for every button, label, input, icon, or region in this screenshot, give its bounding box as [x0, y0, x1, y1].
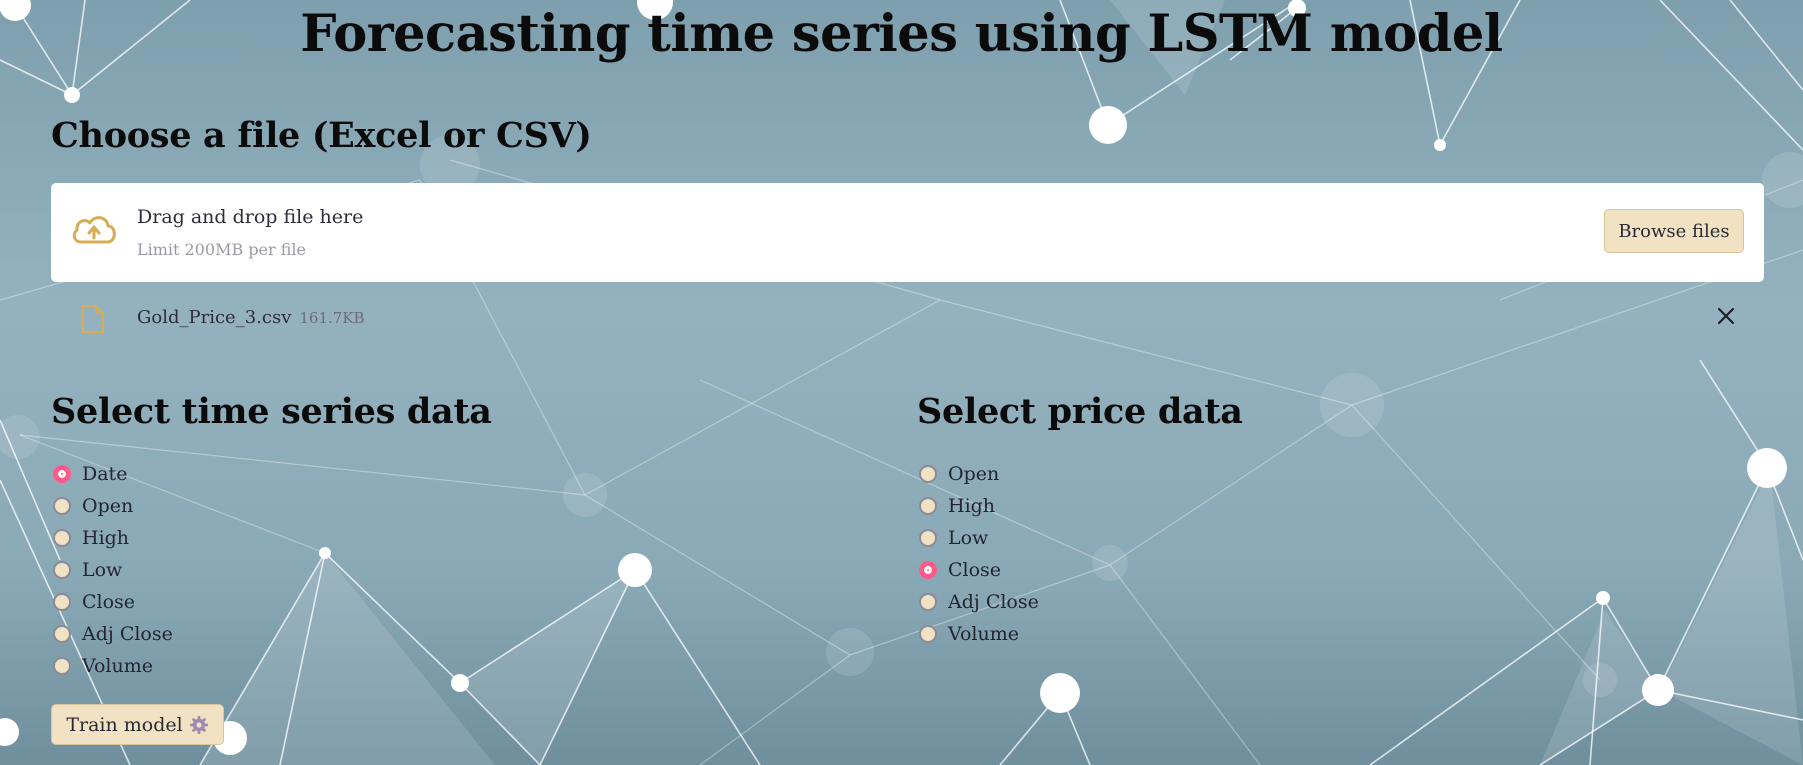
radio-label: High: [82, 527, 130, 549]
radio-button[interactable]: [53, 593, 71, 611]
radio-button[interactable]: [919, 593, 937, 611]
price-option-open[interactable]: Open: [917, 458, 1039, 490]
radio-button[interactable]: [919, 465, 937, 483]
uploaded-file-item: Gold_Price_3.csv 161.7KB: [51, 300, 1764, 336]
radio-label: Adj Close: [948, 591, 1039, 613]
page-title: Forecasting time series using LSTM model: [300, 4, 1503, 64]
dropzone-limit: Limit 200MB per file: [137, 240, 307, 259]
radio-label: Open: [82, 495, 134, 517]
time-series-option-volume[interactable]: Volume: [51, 650, 173, 682]
browse-files-button[interactable]: Browse files: [1604, 209, 1744, 253]
radio-label: Adj Close: [82, 623, 173, 645]
price-heading: Select price data: [917, 391, 1243, 432]
radio-label: Low: [948, 527, 989, 549]
radio-button[interactable]: [919, 497, 937, 515]
remove-file-icon[interactable]: [1714, 304, 1738, 328]
time-series-option-open[interactable]: Open: [51, 490, 173, 522]
dropzone-instructions: Drag and drop file here: [137, 206, 364, 228]
radio-button[interactable]: [53, 561, 71, 579]
radio-label: Close: [948, 559, 1002, 581]
radio-label: Low: [82, 559, 123, 581]
price-option-low[interactable]: Low: [917, 522, 1039, 554]
uploader-heading: Choose a file (Excel or CSV): [51, 115, 592, 156]
radio-label: Close: [82, 591, 136, 613]
radio-label: High: [948, 495, 996, 517]
radio-button[interactable]: [919, 561, 937, 579]
radio-button[interactable]: [919, 529, 937, 547]
file-name: Gold_Price_3.csv: [137, 307, 292, 328]
gear-icon: [189, 715, 208, 734]
time-series-option-high[interactable]: High: [51, 522, 173, 554]
train-model-label: Train model: [66, 713, 183, 736]
radio-button[interactable]: [53, 465, 71, 483]
time-series-option-date[interactable]: Date: [51, 458, 173, 490]
price-radio-group: Open High Low Close Adj Close Volume: [917, 458, 1039, 650]
file-size: 161.7KB: [299, 309, 365, 327]
main-content: Forecasting time series using LSTM model…: [0, 0, 1803, 765]
price-option-high[interactable]: High: [917, 490, 1039, 522]
radio-button[interactable]: [53, 529, 71, 547]
file-dropzone[interactable]: Drag and drop file here Limit 200MB per …: [51, 183, 1764, 282]
radio-button[interactable]: [919, 625, 937, 643]
time-series-radio-group: Date Open High Low Close Adj Close Volume: [51, 458, 173, 682]
radio-label: Open: [948, 463, 1000, 485]
cloud-upload-icon: [72, 216, 116, 244]
price-option-close[interactable]: Close: [917, 554, 1039, 586]
price-option-adj-close[interactable]: Adj Close: [917, 586, 1039, 618]
radio-label: Volume: [948, 623, 1019, 645]
train-model-button[interactable]: Train model: [51, 704, 224, 745]
radio-button[interactable]: [53, 497, 71, 515]
time-series-option-close[interactable]: Close: [51, 586, 173, 618]
time-series-heading: Select time series data: [51, 391, 492, 432]
radio-button[interactable]: [53, 625, 71, 643]
time-series-option-low[interactable]: Low: [51, 554, 173, 586]
file-icon: [82, 305, 104, 333]
radio-button[interactable]: [53, 657, 71, 675]
time-series-option-adj-close[interactable]: Adj Close: [51, 618, 173, 650]
radio-label: Date: [82, 463, 128, 485]
radio-label: Volume: [82, 655, 153, 677]
price-option-volume[interactable]: Volume: [917, 618, 1039, 650]
